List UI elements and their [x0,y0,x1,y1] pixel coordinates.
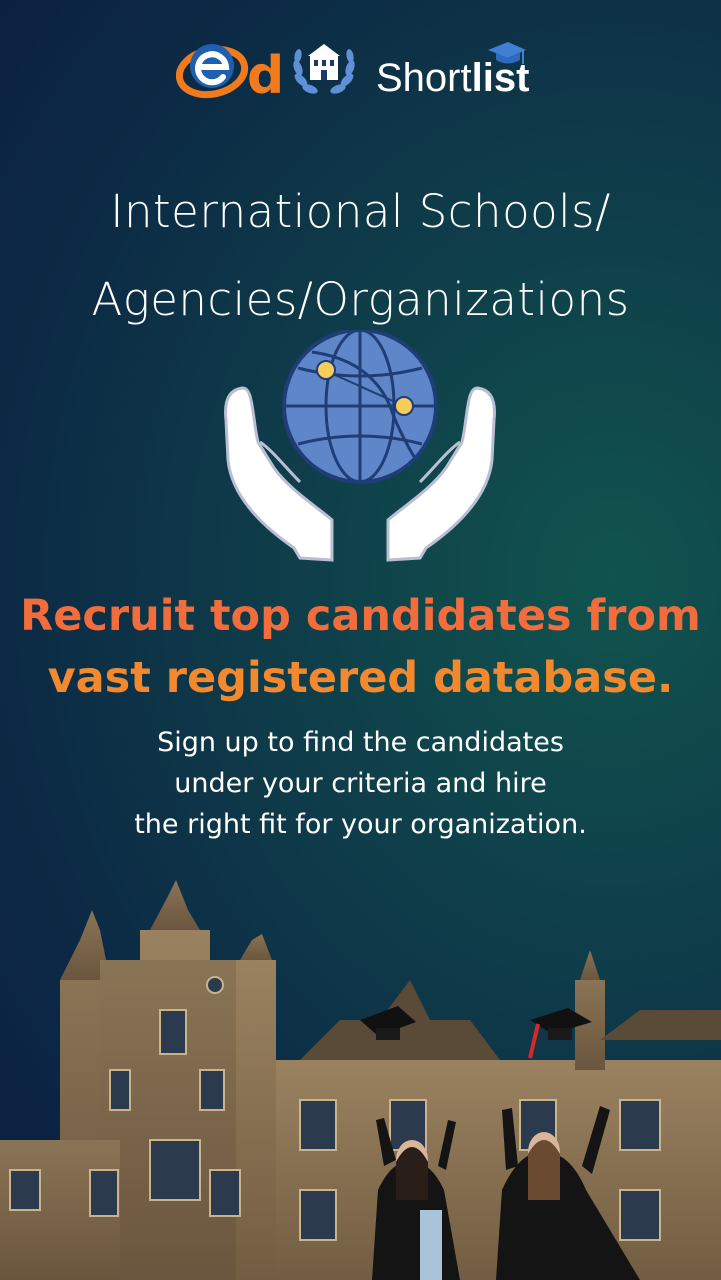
tagline: Recruit top candidates from vast registe… [0,585,721,709]
brand-name-regular: Short [376,56,472,100]
brand-logo: d Shortlist [0,30,721,110]
title-line-1: International Schools/ [110,185,611,238]
school-laurel-badge-icon [293,44,355,94]
description-line-3: the right fit for your organization. [134,809,587,840]
logo-letter-d: d [247,46,285,106]
description: Sign up to find the candidates under you… [0,722,721,845]
edu-e-logo-icon [176,44,249,99]
tagline-line-1: Recruit top candidates from [20,591,701,641]
tagline-line-2: vast registered database. [47,653,674,703]
university-building-illustration [0,880,721,1280]
globe-hands-icon [224,330,496,562]
description-line-2: under your criteria and hire [174,768,547,799]
graduation-cap-icon [488,42,526,64]
description-line-1: Sign up to find the candidates [157,727,564,758]
page-title: International Schools/ Agencies/Organiza… [0,168,721,344]
